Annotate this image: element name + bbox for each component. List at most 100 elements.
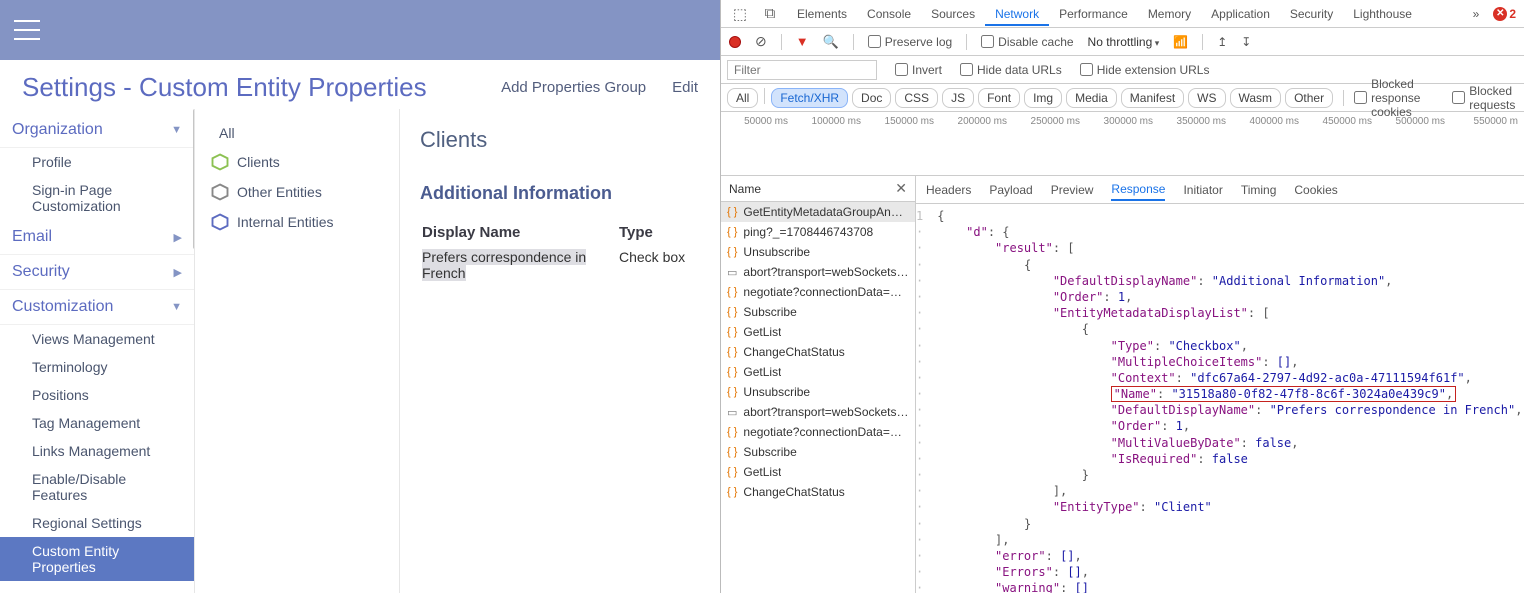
sidebar-item-profile[interactable]: Profile bbox=[0, 148, 194, 176]
response-tabs: Headers Payload Preview Response Initiator Ti… bbox=[916, 176, 1524, 204]
invert-checkbox[interactable]: Invert bbox=[895, 63, 942, 77]
filter-input[interactable] bbox=[727, 60, 877, 80]
more-tabs-icon[interactable]: » bbox=[1463, 7, 1490, 21]
filter-icon[interactable]: ▼ bbox=[796, 34, 809, 49]
request-row[interactable]: { }Unsubscribe bbox=[721, 382, 915, 402]
response-tab-initiator[interactable]: Initiator bbox=[1183, 183, 1222, 197]
sidebar-section-email[interactable]: Email ▶ bbox=[0, 220, 194, 255]
type-chip-img[interactable]: Img bbox=[1024, 88, 1062, 108]
type-chip-other[interactable]: Other bbox=[1285, 88, 1333, 108]
response-tab-cookies[interactable]: Cookies bbox=[1294, 183, 1337, 197]
import-har-icon[interactable] bbox=[1217, 35, 1227, 49]
clear-button[interactable] bbox=[755, 33, 767, 50]
sidebar-item-tag-management[interactable]: Tag Management bbox=[0, 409, 194, 437]
menu-icon[interactable] bbox=[14, 20, 40, 40]
entity-filter-clients[interactable]: Clients bbox=[201, 147, 393, 177]
sidebar-item-custom-entity-properties[interactable]: Custom Entity Properties bbox=[0, 537, 194, 581]
tab-memory[interactable]: Memory bbox=[1138, 2, 1201, 26]
response-tab-headers[interactable]: Headers bbox=[926, 183, 971, 197]
error-count[interactable]: ✕2 bbox=[1493, 7, 1524, 21]
sidebar-item-enable-disable-features[interactable]: Enable/Disable Features bbox=[0, 465, 194, 509]
xhr-icon: { } bbox=[727, 366, 737, 378]
request-row[interactable]: { }GetEntityMetadataGroupAndD… bbox=[721, 202, 915, 222]
network-conditions-icon[interactable] bbox=[1173, 35, 1188, 49]
request-row[interactable]: { }ChangeChatStatus bbox=[721, 342, 915, 362]
type-chip-manifest[interactable]: Manifest bbox=[1121, 88, 1184, 108]
type-chip-fetch-xhr[interactable]: Fetch/XHR bbox=[771, 88, 848, 108]
hide-extension-urls-checkbox[interactable]: Hide extension URLs bbox=[1080, 63, 1210, 77]
request-row[interactable]: { }negotiate?connectionData=%… bbox=[721, 422, 915, 442]
sidebar-item-regional-settings[interactable]: Regional Settings bbox=[0, 509, 194, 537]
export-har-icon[interactable] bbox=[1241, 35, 1251, 49]
throttling-select[interactable]: No throttling bbox=[1088, 35, 1160, 49]
tab-application[interactable]: Application bbox=[1201, 2, 1280, 26]
column-header-name[interactable]: Name bbox=[729, 182, 761, 196]
request-row[interactable]: { }Subscribe bbox=[721, 302, 915, 322]
timeline-tick: 250000 ms bbox=[1013, 116, 1086, 127]
type-chip-css[interactable]: CSS bbox=[895, 88, 938, 108]
tab-network[interactable]: Network bbox=[985, 2, 1049, 26]
request-row[interactable]: ▭ abort?transport=webSockets&… bbox=[721, 262, 915, 282]
network-timeline[interactable]: 50000 ms100000 ms150000 ms200000 ms25000… bbox=[721, 112, 1524, 176]
sidebar-section-customization[interactable]: Customization ▼ bbox=[0, 290, 194, 325]
sidebar-item-views-management[interactable]: Views Management bbox=[0, 325, 194, 353]
entity-filter-other-entities[interactable]: Other Entities bbox=[201, 177, 393, 207]
request-row[interactable]: ▭abort?transport=webSockets&… bbox=[721, 402, 915, 422]
sidebar-item-links-management[interactable]: Links Management bbox=[0, 437, 194, 465]
section-header: Additional Information bbox=[420, 183, 700, 204]
response-tab-preview[interactable]: Preview bbox=[1051, 183, 1094, 197]
tab-security[interactable]: Security bbox=[1280, 2, 1343, 26]
request-row[interactable]: { }Unsubscribe bbox=[721, 242, 915, 262]
type-chip-media[interactable]: Media bbox=[1066, 88, 1117, 108]
type-chip-all[interactable]: All bbox=[727, 88, 758, 108]
type-chip-js[interactable]: JS bbox=[942, 88, 974, 108]
sidebar-section-organization[interactable]: Organization ▼ bbox=[0, 113, 194, 148]
add-properties-group-button[interactable]: Add Properties Group bbox=[501, 79, 646, 96]
tab-lighthouse[interactable]: Lighthouse bbox=[1343, 2, 1422, 26]
request-row[interactable]: { }negotiate?connectionData=%… bbox=[721, 282, 915, 302]
timeline-tick: 350000 ms bbox=[1159, 116, 1232, 127]
document-icon: ▭ bbox=[727, 266, 737, 279]
tab-performance[interactable]: Performance bbox=[1049, 2, 1138, 26]
response-tab-response[interactable]: Response bbox=[1111, 178, 1165, 201]
blocked-requests-checkbox[interactable]: Blocked requests bbox=[1452, 84, 1518, 112]
sidebar-item-signin-customization[interactable]: Sign-in Page Customization bbox=[0, 176, 194, 220]
chevron-down-icon: ▼ bbox=[171, 124, 182, 136]
entity-filter-internal-entities[interactable]: Internal Entities bbox=[201, 207, 393, 237]
tab-elements[interactable]: Elements bbox=[787, 2, 857, 26]
xhr-icon: { } bbox=[727, 386, 737, 398]
request-row[interactable]: { }Subscribe bbox=[721, 442, 915, 462]
request-row[interactable]: { }ping?_=1708446743708 bbox=[721, 222, 915, 242]
sidebar-item-terminology[interactable]: Terminology bbox=[0, 353, 194, 381]
response-tab-payload[interactable]: Payload bbox=[989, 183, 1032, 197]
hide-data-urls-checkbox[interactable]: Hide data URLs bbox=[960, 63, 1062, 77]
entity-filter-all[interactable]: All bbox=[201, 119, 393, 147]
record-button[interactable] bbox=[729, 36, 741, 48]
disable-cache-checkbox[interactable]: Disable cache bbox=[981, 35, 1073, 49]
device-toolbar-icon[interactable]: ⧉ bbox=[757, 5, 783, 22]
json-code[interactable]: { "d": { "result": [ { "DefaultDisplayNa… bbox=[929, 204, 1524, 593]
close-details-icon[interactable]: ✕ bbox=[895, 180, 907, 197]
type-chip-wasm[interactable]: Wasm bbox=[1230, 88, 1282, 108]
type-chip-doc[interactable]: Doc bbox=[852, 88, 891, 108]
request-row[interactable]: { }ChangeChatStatus bbox=[721, 482, 915, 502]
sidebar-item-positions[interactable]: Positions bbox=[0, 381, 194, 409]
scrollbar-thumb[interactable] bbox=[193, 109, 195, 249]
response-tab-timing[interactable]: Timing bbox=[1241, 183, 1277, 197]
content-title: Clients bbox=[420, 127, 700, 153]
request-row[interactable]: { }GetList bbox=[721, 362, 915, 382]
type-chip-ws[interactable]: WS bbox=[1188, 88, 1225, 108]
tab-sources[interactable]: Sources bbox=[921, 2, 985, 26]
table-row[interactable]: Prefers correspondence in French Check b… bbox=[422, 247, 698, 281]
hexagon-icon bbox=[211, 153, 229, 171]
tab-console[interactable]: Console bbox=[857, 2, 921, 26]
inspect-element-icon[interactable]: ⬚ bbox=[727, 5, 753, 23]
sidebar-section-security[interactable]: Security ▶ bbox=[0, 255, 194, 290]
request-row[interactable]: { }GetList bbox=[721, 462, 915, 482]
type-chip-font[interactable]: Font bbox=[978, 88, 1020, 108]
request-name: abort?transport=webSockets&… bbox=[743, 265, 909, 279]
edit-button[interactable]: Edit bbox=[672, 79, 698, 96]
request-row[interactable]: { }GetList bbox=[721, 322, 915, 342]
preserve-log-checkbox[interactable]: Preserve log bbox=[868, 35, 952, 49]
search-icon[interactable]: 🔍 bbox=[823, 34, 839, 50]
